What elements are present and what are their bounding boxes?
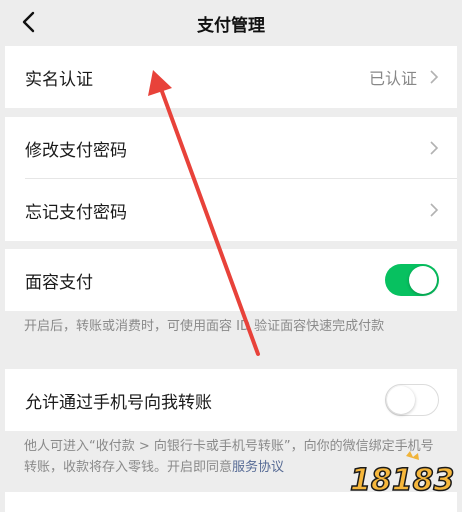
face-pay-card: 面容支付 — [5, 249, 457, 311]
phone-transfer-label: 允许通过手机号向我转账 — [25, 392, 212, 413]
forgot-password-label: 忘记支付密码 — [25, 202, 127, 223]
real-name-verify-label: 实名认证 — [25, 69, 93, 90]
face-pay-row: 面容支付 — [5, 249, 457, 311]
phone-transfer-card: 允许通过手机号向我转账 — [5, 369, 457, 431]
phone-transfer-toggle[interactable] — [385, 384, 439, 416]
change-password-row[interactable]: 修改支付密码 — [5, 117, 457, 179]
real-name-verify-row[interactable]: 实名认证 已认证 — [5, 46, 457, 108]
chevron-right-icon — [430, 70, 439, 84]
verify-card: 实名认证 已认证 — [5, 46, 457, 108]
verify-status-value: 已认证 — [368, 69, 417, 88]
chevron-right-icon — [430, 141, 439, 155]
password-card: 修改支付密码 忘记支付密码 — [5, 117, 457, 241]
face-pay-note: 开启后，转账或消费时，可使用面容 ID 验证面容快速完成付款 — [24, 319, 385, 334]
toggle-knob — [409, 266, 437, 294]
page-title: 支付管理 — [197, 16, 265, 36]
change-password-label: 修改支付密码 — [25, 140, 127, 161]
forgot-password-row[interactable]: 忘记支付密码 — [5, 179, 457, 241]
phone-transfer-row: 允许通过手机号向我转账 — [5, 369, 457, 431]
watermark-logo: 18183 — [349, 451, 455, 499]
face-pay-label: 面容支付 — [25, 272, 93, 293]
face-pay-toggle[interactable] — [385, 264, 439, 296]
chevron-right-icon — [430, 203, 439, 217]
svg-text:18183: 18183 — [350, 463, 454, 498]
nav-header: 支付管理 — [0, 0, 462, 44]
service-agreement-link[interactable]: 服务协议 — [232, 460, 284, 475]
toggle-knob — [387, 385, 415, 414]
